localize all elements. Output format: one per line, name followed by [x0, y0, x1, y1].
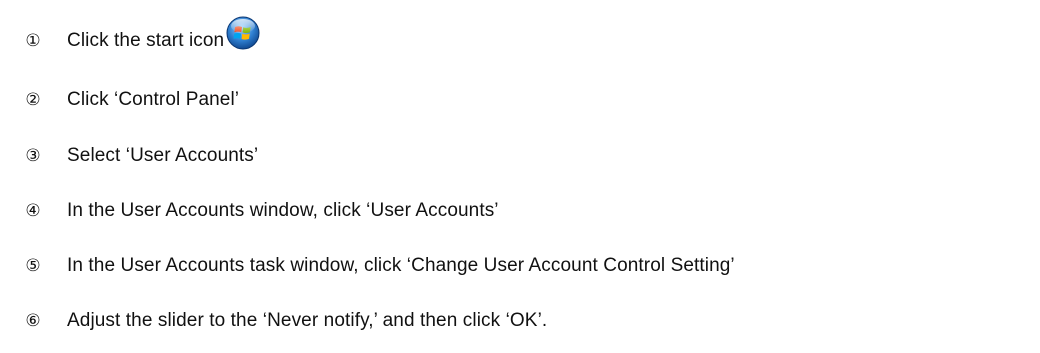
- step-number: ④: [25, 201, 41, 221]
- step-number: ②: [25, 90, 41, 110]
- step-text: Click the start icon: [67, 30, 225, 52]
- step-text: Click ‘Control Panel’: [67, 89, 240, 110]
- step-text: Adjust the slider to the ‘Never notify,’…: [67, 310, 548, 331]
- step-number: ⑤: [25, 256, 41, 276]
- step-text: Select ‘User Accounts’: [67, 145, 259, 166]
- windows-start-orb-icon: [226, 16, 260, 50]
- step-number: ①: [25, 31, 41, 51]
- instruction-steps: ① Click the start icon ② Click ‘Control …: [0, 0, 1040, 353]
- step-text: In the User Accounts task window, click …: [67, 255, 735, 276]
- step-number: ⑥: [25, 311, 41, 331]
- step-text: In the User Accounts window, click ‘User…: [67, 200, 499, 221]
- step-number: ③: [25, 146, 41, 166]
